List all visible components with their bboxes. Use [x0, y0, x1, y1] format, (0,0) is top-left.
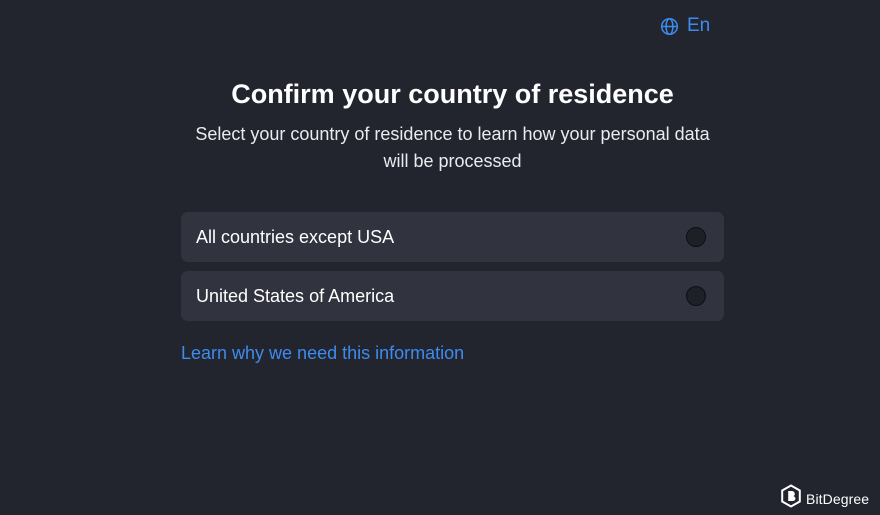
- radio-button[interactable]: [686, 227, 706, 247]
- globe-icon: [660, 17, 679, 36]
- option-all-countries-except-usa[interactable]: All countries except USA: [181, 212, 724, 262]
- option-united-states[interactable]: United States of America: [181, 271, 724, 321]
- watermark-text: BitDegree: [806, 490, 870, 507]
- language-label: En: [687, 15, 711, 36]
- bitdegree-logo-icon: [780, 484, 802, 513]
- bitdegree-watermark: BitDegree: [780, 484, 869, 513]
- option-label: All countries except USA: [196, 226, 395, 247]
- radio-button[interactable]: [686, 286, 706, 306]
- page-subtitle: Select your country of residence to lear…: [195, 124, 710, 171]
- page-title: Confirm your country of residence: [231, 79, 674, 109]
- learn-why-link[interactable]: Learn why we need this information: [181, 341, 464, 365]
- language-selector[interactable]: En: [660, 14, 710, 38]
- option-label: United States of America: [196, 285, 395, 306]
